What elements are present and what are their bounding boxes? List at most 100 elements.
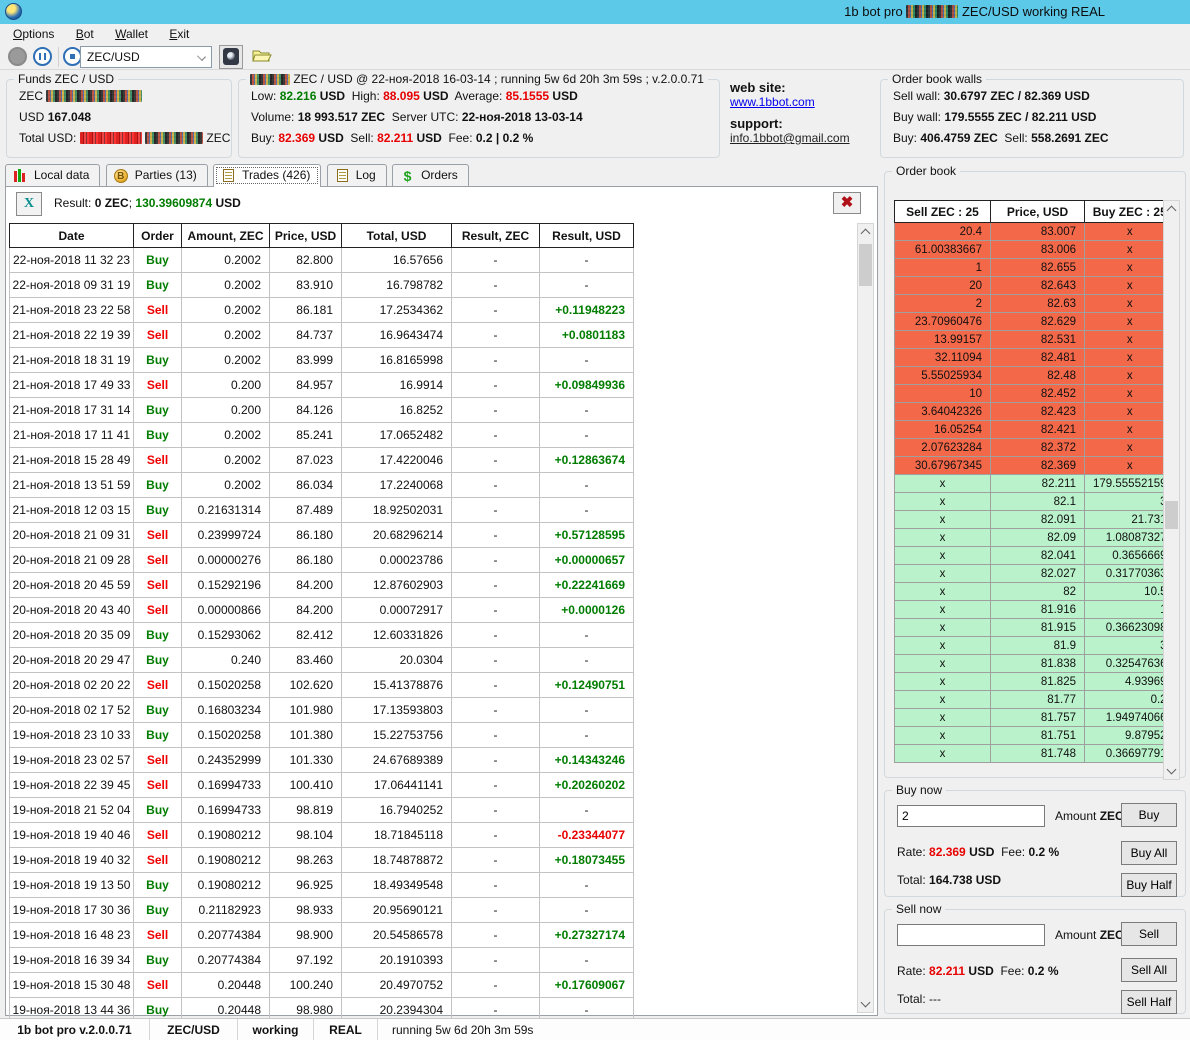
orderbook-scrollbar[interactable] (1163, 200, 1180, 780)
orderbook-sell-row[interactable]: 1082.452x (895, 385, 1176, 403)
orderbook-buy-row[interactable]: x82.13 (895, 493, 1176, 511)
col-order[interactable]: Order (134, 224, 182, 248)
snapshot-button[interactable] (219, 45, 243, 69)
orderbook-buy-row[interactable]: x81.8254.93969 (895, 673, 1176, 691)
orderbook-buy-row[interactable]: x81.7480.36697791 (895, 745, 1176, 763)
table-row[interactable]: 19-ноя-2018 19 40 32Sell0.1908021298.263… (10, 848, 634, 873)
table-row[interactable]: 19-ноя-2018 16 48 23Sell0.2077438498.900… (10, 923, 634, 948)
table-row[interactable]: 21-ноя-2018 17 11 41Buy0.200285.24117.06… (10, 423, 634, 448)
scroll-up-arrow[interactable] (858, 224, 873, 240)
scroll-thumb[interactable] (859, 244, 872, 286)
orderbook-sell-row[interactable]: 2.0762328482.372x (895, 439, 1176, 457)
table-row[interactable]: 20-ноя-2018 20 35 09Buy0.1529306282.4121… (10, 623, 634, 648)
buy-half-button[interactable]: Buy Half (1121, 873, 1177, 897)
table-row[interactable]: 19-ноя-2018 17 30 36Buy0.2118292398.9332… (10, 898, 634, 923)
table-row[interactable]: 19-ноя-2018 16 39 34Buy0.2077438497.1922… (10, 948, 634, 973)
scroll-down-arrow[interactable] (1164, 763, 1179, 779)
table-row[interactable]: 22-ноя-2018 11 32 23Buy0.200282.80016.57… (10, 248, 634, 273)
col-price-usd[interactable]: Price, USD (991, 201, 1085, 223)
table-row[interactable]: 20-ноя-2018 20 45 59Sell0.1529219684.200… (10, 573, 634, 598)
orderbook-buy-row[interactable]: x82.091.08087327 (895, 529, 1176, 547)
tab-local-data[interactable]: Local data (5, 164, 100, 186)
orderbook-buy-row[interactable]: x81.7571.94974066 (895, 709, 1176, 727)
orderbook-buy-row[interactable]: x82.0410.3656669 (895, 547, 1176, 565)
table-row[interactable]: 20-ноя-2018 21 09 31Sell0.2399972486.180… (10, 523, 634, 548)
orderbook-buy-row[interactable]: x8210.5 (895, 583, 1176, 601)
orderbook-sell-row[interactable]: 32.1109482.481x (895, 349, 1176, 367)
orderbook-buy-row[interactable]: x81.8380.32547636 (895, 655, 1176, 673)
trades-scrollbar[interactable] (857, 223, 874, 1013)
table-row[interactable]: 19-ноя-2018 19 40 46Sell0.1908021298.104… (10, 823, 634, 848)
col-result-zec[interactable]: Result, ZEC (452, 224, 540, 248)
orderbook-buy-row[interactable]: x81.9150.36623098 (895, 619, 1176, 637)
orderbook-buy-row[interactable]: x81.770.2 (895, 691, 1176, 709)
buy-all-button[interactable]: Buy All (1121, 841, 1177, 865)
table-row[interactable]: 20-ноя-2018 02 20 22Sell0.15020258102.62… (10, 673, 634, 698)
table-row[interactable]: 20-ноя-2018 20 43 40Sell0.0000086684.200… (10, 598, 634, 623)
orderbook-buy-row[interactable]: x82.09121.731 (895, 511, 1176, 529)
col-sell-zec[interactable]: Sell ZEC : 25 (895, 201, 991, 223)
orderbook-sell-row[interactable]: 2082.643x (895, 277, 1176, 295)
tab-trades[interactable]: Trades (426) (213, 164, 321, 187)
table-row[interactable]: 21-ноя-2018 18 31 19Buy0.200283.99916.81… (10, 348, 634, 373)
pair-select[interactable]: ZEC/USD (80, 46, 212, 68)
col-amount[interactable]: Amount, ZEC (182, 224, 270, 248)
col-total[interactable]: Total, USD (342, 224, 452, 248)
buy-button[interactable]: Buy (1121, 803, 1177, 827)
export-excel-button[interactable]: X (16, 192, 42, 216)
orderbook-sell-row[interactable]: 3.6404232682.423x (895, 403, 1176, 421)
orderbook-sell-row[interactable]: 16.0525482.421x (895, 421, 1176, 439)
orderbook-sell-row[interactable]: 30.6796734582.369x (895, 457, 1176, 475)
open-folder-button[interactable] (252, 48, 272, 63)
table-row[interactable]: 20-ноя-2018 20 29 47Buy0.24083.46020.030… (10, 648, 634, 673)
orderbook-sell-row[interactable]: 23.7096047682.629x (895, 313, 1176, 331)
orderbook-buy-row[interactable]: x82.211179.55552159 (895, 475, 1176, 493)
orderbook-sell-row[interactable]: 282.63x (895, 295, 1176, 313)
table-row[interactable]: 21-ноя-2018 13 51 59Buy0.200286.03417.22… (10, 473, 634, 498)
sell-amount-input[interactable] (897, 924, 1045, 946)
table-row[interactable]: 19-ноя-2018 19 13 50Buy0.1908021296.9251… (10, 873, 634, 898)
table-row[interactable]: 19-ноя-2018 21 52 04Buy0.1699473398.8191… (10, 798, 634, 823)
table-row[interactable]: 21-ноя-2018 17 31 14Buy0.20084.12616.825… (10, 398, 634, 423)
table-row[interactable]: 21-ноя-2018 12 03 15Buy0.2163131487.4891… (10, 498, 634, 523)
table-row[interactable]: 19-ноя-2018 23 02 57Sell0.24352999101.33… (10, 748, 634, 773)
menu-bot[interactable]: Bot (67, 24, 103, 45)
table-row[interactable]: 20-ноя-2018 21 09 28Sell0.0000027686.180… (10, 548, 634, 573)
sell-half-button[interactable]: Sell Half (1121, 990, 1177, 1014)
menu-options[interactable]: Options (4, 24, 63, 45)
col-date[interactable]: Date (10, 224, 134, 248)
website-link[interactable]: www.1bbot.com (730, 95, 875, 109)
play-button[interactable] (8, 47, 27, 66)
col-price[interactable]: Price, USD (270, 224, 342, 248)
orderbook-sell-row[interactable]: 20.483.007x (895, 223, 1176, 241)
pause-button[interactable] (33, 47, 52, 66)
orderbook-buy-row[interactable]: x82.0270.31770363 (895, 565, 1176, 583)
orderbook-buy-row[interactable]: x81.93 (895, 637, 1176, 655)
scroll-thumb[interactable] (1165, 501, 1178, 529)
orderbook-sell-row[interactable]: 13.9915782.531x (895, 331, 1176, 349)
table-row[interactable]: 19-ноя-2018 15 30 48Sell0.20448100.24020… (10, 973, 634, 998)
sell-all-button[interactable]: Sell All (1121, 958, 1177, 982)
orderbook-sell-row[interactable]: 182.655x (895, 259, 1176, 277)
tab-orders[interactable]: $Orders (392, 164, 469, 186)
support-email-link[interactable]: info.1bbot@gmail.com (730, 131, 875, 145)
tab-parties[interactable]: BParties (13) (106, 164, 208, 186)
orderbook-buy-row[interactable]: x81.7519.87952 (895, 727, 1176, 745)
scroll-down-arrow[interactable] (858, 996, 873, 1012)
table-row[interactable]: 19-ноя-2018 23 10 33Buy0.15020258101.380… (10, 723, 634, 748)
col-result-usd[interactable]: Result, USD (540, 224, 634, 248)
scroll-up-arrow[interactable] (1164, 201, 1179, 217)
sell-button[interactable]: Sell (1121, 922, 1177, 946)
menu-wallet[interactable]: Wallet (106, 24, 157, 45)
table-row[interactable]: 21-ноя-2018 22 19 39Sell0.200284.73716.9… (10, 323, 634, 348)
orderbook-sell-row[interactable]: 61.0038366783.006x (895, 241, 1176, 259)
col-buy-zec[interactable]: Buy ZEC : 25 (1085, 201, 1176, 223)
table-row[interactable]: 21-ноя-2018 15 28 49Sell0.200287.02317.4… (10, 448, 634, 473)
buy-amount-input[interactable] (897, 805, 1045, 827)
table-row[interactable]: 21-ноя-2018 23 22 58Sell0.200286.18117.2… (10, 298, 634, 323)
close-button[interactable]: ✖ (833, 192, 861, 214)
table-row[interactable]: 22-ноя-2018 09 31 19Buy0.200283.91016.79… (10, 273, 634, 298)
table-row[interactable]: 19-ноя-2018 22 39 45Sell0.16994733100.41… (10, 773, 634, 798)
table-row[interactable]: 20-ноя-2018 02 17 52Buy0.16803234101.980… (10, 698, 634, 723)
tab-log[interactable]: Log (327, 164, 387, 186)
